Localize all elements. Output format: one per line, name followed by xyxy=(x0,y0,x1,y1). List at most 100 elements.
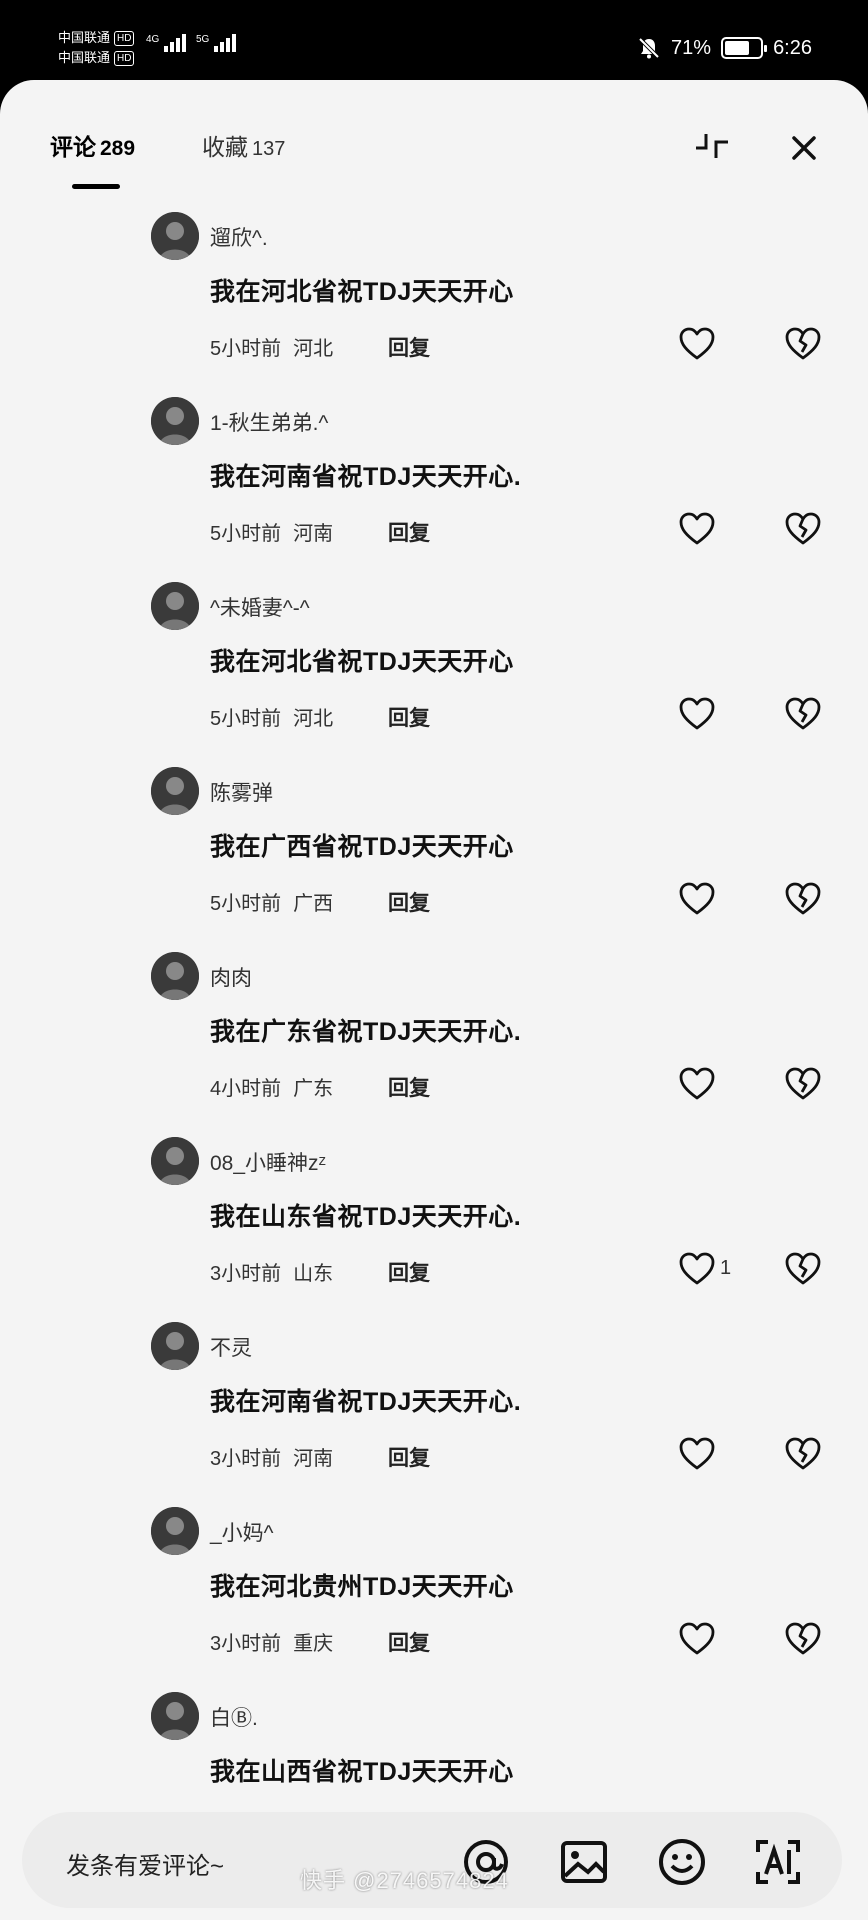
emoji-icon xyxy=(659,1839,705,1885)
tab-favorites-count: 137 xyxy=(252,138,286,160)
reply-button[interactable]: 回复 xyxy=(388,887,430,917)
signal-icon xyxy=(214,34,236,52)
comment-username[interactable]: 不灵 xyxy=(210,1332,252,1362)
comment-username[interactable]: 白Ⓑ. xyxy=(210,1702,258,1732)
avatar[interactable] xyxy=(151,582,199,630)
dislike-button[interactable] xyxy=(784,1066,822,1102)
like-button[interactable] xyxy=(678,1621,716,1657)
comment-username[interactable]: 08_小睡神zᶻ xyxy=(210,1147,326,1177)
like-button[interactable] xyxy=(678,1436,716,1472)
comment-username[interactable]: 遛欣^. xyxy=(210,222,268,252)
dislike-button[interactable] xyxy=(784,696,822,732)
comment-time: 5小时前 xyxy=(210,523,282,545)
comment-item: 不灵 我在河南省祝TDJ天天开心. 3小时前 河南 回复 xyxy=(0,1322,868,1507)
reply-button[interactable]: 回复 xyxy=(388,1627,430,1657)
image-button[interactable] xyxy=(558,1836,610,1888)
like-button[interactable] xyxy=(678,1066,716,1102)
avatar-image xyxy=(151,1137,199,1185)
like-button[interactable] xyxy=(678,326,716,362)
comment-time: 5小时前 xyxy=(210,893,282,915)
avatar[interactable] xyxy=(151,952,199,1000)
avatar[interactable] xyxy=(151,1322,199,1370)
dislike-button[interactable] xyxy=(784,881,822,917)
like-button[interactable] xyxy=(678,696,716,732)
avatar-image xyxy=(151,212,199,260)
avatar[interactable] xyxy=(151,397,199,445)
comment-username[interactable]: 肉肉 xyxy=(210,962,252,992)
reply-button[interactable]: 回复 xyxy=(388,702,430,732)
reply-button[interactable]: 回复 xyxy=(388,1442,430,1472)
reply-button[interactable]: 回复 xyxy=(388,332,430,362)
avatar[interactable] xyxy=(151,1692,199,1740)
comment-text: 我在河北贵州TDJ天天开心 xyxy=(210,1573,514,1601)
avatar[interactable] xyxy=(151,212,199,260)
comment-time: 3小时前 xyxy=(210,1448,282,1470)
ai-icon xyxy=(756,1840,800,1884)
comment-text: 我在山西省祝TDJ天天开心 xyxy=(210,1758,514,1786)
comment-location: 河南 xyxy=(293,523,334,545)
tab-favorites[interactable]: 收藏 137 xyxy=(202,128,285,162)
image-icon xyxy=(561,1841,607,1883)
dislike-button[interactable] xyxy=(784,1436,822,1472)
close-icon xyxy=(792,136,816,160)
comment-username[interactable]: 陈雾弹 xyxy=(210,777,273,807)
avatar-image xyxy=(151,1322,199,1370)
comment-location: 河北 xyxy=(293,708,334,730)
avatar[interactable] xyxy=(151,1137,199,1185)
comment-location: 山东 xyxy=(293,1263,334,1285)
dislike-button[interactable] xyxy=(784,511,822,547)
broken-heart-icon xyxy=(785,1067,821,1100)
broken-heart-icon xyxy=(785,512,821,545)
avatar-image xyxy=(151,1692,199,1740)
avatar-image xyxy=(151,582,199,630)
broken-heart-icon xyxy=(785,1437,821,1470)
comment-username[interactable]: _小妈^ xyxy=(210,1517,274,1547)
avatar-image xyxy=(151,952,199,1000)
avatar[interactable] xyxy=(151,1507,199,1555)
like-button[interactable] xyxy=(678,511,716,547)
avatar-image xyxy=(151,1507,199,1555)
comment-username[interactable]: ^未婚妻^-^ xyxy=(210,592,310,622)
comment-time: 5小时前 xyxy=(210,708,282,730)
heart-icon xyxy=(679,512,715,545)
sheet-header: 评论 289 收藏 137 xyxy=(0,80,868,190)
close-button[interactable] xyxy=(784,128,824,168)
heart-icon xyxy=(679,1252,715,1285)
comment-username[interactable]: 1-秋生弟弟.^ xyxy=(210,407,328,437)
like-button[interactable] xyxy=(678,881,716,917)
comment-item: ^未婚妻^-^ 我在河北省祝TDJ天天开心 5小时前 河北 回复 xyxy=(0,582,868,767)
comment-item: 肉肉 我在广东省祝TDJ天天开心. 4小时前 广东 回复 xyxy=(0,952,868,1137)
network-type-2: 5G xyxy=(196,34,210,45)
comment-item: 1-秋生弟弟.^ 我在河南省祝TDJ天天开心. 5小时前 河南 回复 xyxy=(0,397,868,582)
heart-icon xyxy=(679,1067,715,1100)
collapse-button[interactable] xyxy=(692,128,732,168)
dislike-button[interactable] xyxy=(784,1621,822,1657)
emoji-button[interactable] xyxy=(656,1836,708,1888)
status-bar: 中国联通 HD 中国联通 HD 4G 5G 71% 6:26 xyxy=(0,0,868,80)
comment-input-placeholder[interactable]: 发条有爱评论~ xyxy=(66,1846,224,1881)
reply-button[interactable]: 回复 xyxy=(388,517,430,547)
ai-button[interactable] xyxy=(752,1836,804,1888)
comment-text: 我在广西省祝TDJ天天开心 xyxy=(210,833,514,861)
comment-text: 我在河北省祝TDJ天天开心 xyxy=(210,648,514,676)
avatar[interactable] xyxy=(151,767,199,815)
comment-location: 重庆 xyxy=(293,1633,334,1655)
reply-button[interactable]: 回复 xyxy=(388,1072,430,1102)
comment-text: 我在河南省祝TDJ天天开心. xyxy=(210,1388,522,1416)
broken-heart-icon xyxy=(785,327,821,360)
carrier-2: 中国联通 xyxy=(58,50,111,65)
comment-text: 我在广东省祝TDJ天天开心. xyxy=(210,1018,522,1046)
comment-meta: 3小时前 山东 xyxy=(210,1257,333,1286)
dislike-button[interactable] xyxy=(784,326,822,362)
comment-time: 5小时前 xyxy=(210,338,282,360)
comment-meta: 5小时前 河南 xyxy=(210,517,333,546)
broken-heart-icon xyxy=(785,1622,821,1655)
heart-icon xyxy=(679,1622,715,1655)
comment-item: 08_小睡神zᶻ 我在山东省祝TDJ天天开心. 3小时前 山东 回复 1 xyxy=(0,1137,868,1322)
reply-button[interactable]: 回复 xyxy=(388,1257,430,1287)
tab-comments[interactable]: 评论 289 xyxy=(50,128,135,162)
dislike-button[interactable] xyxy=(784,1251,822,1287)
like-button[interactable] xyxy=(678,1251,716,1287)
comment-text: 我在山东省祝TDJ天天开心. xyxy=(210,1203,522,1231)
heart-icon xyxy=(679,327,715,360)
